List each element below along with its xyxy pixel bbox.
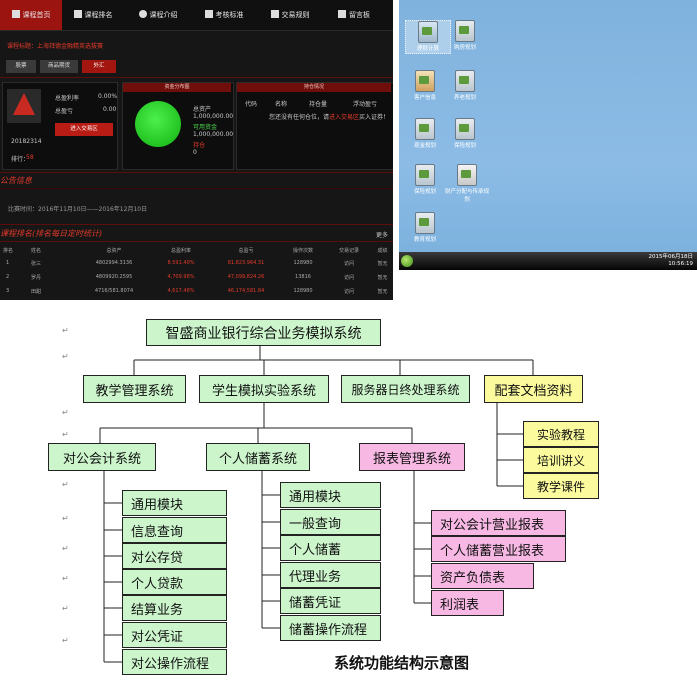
report-item: 资产负债表 <box>431 563 534 589</box>
node-teaching-management: 教学管理系统 <box>83 375 186 403</box>
node-corporate-accounting: 对公会计系统 <box>48 443 156 471</box>
paragraph-mark-icon: ↵ <box>62 544 69 553</box>
paragraph-mark-icon: ↵ <box>62 430 69 439</box>
paragraph-mark-icon: ↵ <box>62 514 69 523</box>
savings-item: 代理业务 <box>280 562 381 588</box>
savings-item: 储蓄凭证 <box>280 588 381 614</box>
corp-item: 信息查询 <box>122 517 227 543</box>
paragraph-mark-icon: ↵ <box>62 352 69 361</box>
report-item: 个人储蓄营业报表 <box>431 536 566 562</box>
root-node: 智盛商业银行综合业务模拟系统 <box>146 319 381 346</box>
corp-item: 个人贷款 <box>122 569 227 595</box>
doc-item: 教学课件 <box>523 473 599 499</box>
savings-item: 储蓄操作流程 <box>280 615 381 641</box>
report-item: 利润表 <box>431 590 504 616</box>
node-personal-savings: 个人储蓄系统 <box>206 443 310 471</box>
paragraph-mark-icon: ↵ <box>62 604 69 613</box>
savings-item: 个人储蓄 <box>280 535 381 561</box>
diagram-caption: 系统功能结构示意图 <box>334 654 470 672</box>
paragraph-mark-icon: ↵ <box>62 326 69 335</box>
doc-item: 培训讲义 <box>523 447 599 473</box>
paragraph-mark-icon: ↵ <box>62 408 69 417</box>
corp-item: 结算业务 <box>122 595 227 621</box>
report-item: 对公会计营业报表 <box>431 510 566 536</box>
corp-item: 对公凭证 <box>122 622 227 648</box>
savings-item: 一般查询 <box>280 509 381 535</box>
node-server-eod: 服务器日终处理系统 <box>341 375 470 403</box>
node-supporting-docs: 配套文档资料 <box>484 375 583 403</box>
node-student-simulation: 学生模拟实验系统 <box>199 375 329 403</box>
paragraph-mark-icon: ↵ <box>62 480 69 489</box>
node-report-management: 报表管理系统 <box>359 443 465 471</box>
doc-item: 实验教程 <box>523 421 599 447</box>
corp-item: 对公操作流程 <box>122 649 227 675</box>
corp-item: 对公存贷 <box>122 543 227 569</box>
savings-item: 通用模块 <box>280 482 381 508</box>
corp-item: 通用模块 <box>122 490 227 516</box>
paragraph-mark-icon: ↵ <box>62 574 69 583</box>
paragraph-mark-icon: ↵ <box>62 636 69 645</box>
